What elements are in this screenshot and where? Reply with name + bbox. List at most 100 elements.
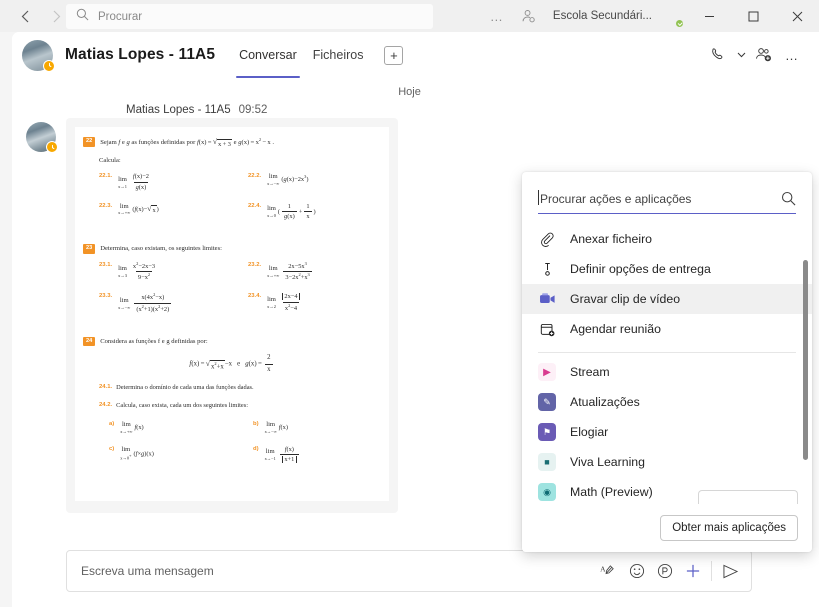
- message-away-badge: [46, 141, 58, 153]
- exercise-23-items: 23.1. lim x→3 x2−2x−3 9−x2 23.2. lim x→+∞ 2x−…: [83, 261, 381, 324]
- item-24-2-label: 24.2.: [99, 402, 113, 409]
- menu-item-anexar-ficheiro[interactable]: Anexar ficheiro: [522, 224, 812, 254]
- chat-header: Matias Lopes - 11A5 Conversar Ficheiros …: [12, 32, 819, 78]
- phone-icon[interactable]: [705, 40, 731, 70]
- person-alert-icon[interactable]: [514, 0, 544, 32]
- navigation-arrows: [10, 3, 72, 29]
- item-24-a-label: a): [109, 421, 115, 428]
- item-23-3: 23.3. lim x→−∞ x(4x2−x) (x2+1)(x2+2): [83, 292, 232, 314]
- exercise-24-number: 24: [83, 336, 96, 347]
- item-22-3-expr: lim x→+∞ (f(x)− √ x): [118, 202, 159, 216]
- menu-item-definir-opcoes-de-entrega[interactable]: Definir opções de entrega: [522, 254, 812, 284]
- organization-name[interactable]: Escola Secundári...: [544, 10, 661, 22]
- message-row: 22 Sejam f e g as funções definidas por …: [26, 118, 398, 513]
- add-tab-button[interactable]: +: [384, 46, 404, 65]
- chat-header-actions: …: [705, 40, 819, 70]
- item-23-1-label: 23.1.: [99, 261, 113, 268]
- item-22-4-expr: lim x→0(1 g(x) +1 x): [267, 202, 316, 221]
- sticker-icon[interactable]: [652, 558, 677, 584]
- titlebar-more-icon[interactable]: …: [480, 9, 514, 24]
- exercise-22-items: 22.1. lim x→1 f(x)−2 g(x) 22.2. lim x→−∞ (g(x…: [83, 172, 381, 230]
- close-button[interactable]: [775, 0, 819, 32]
- format-icon[interactable]: A: [596, 558, 621, 584]
- item-22-3: 22.3. lim x→+∞ (f(x)− √ x): [83, 202, 232, 222]
- message-avatar[interactable]: [26, 122, 58, 153]
- emoji-icon[interactable]: [624, 558, 649, 584]
- worksheet-image[interactable]: 22 Sejam f e g as funções definidas por …: [75, 127, 389, 501]
- menu-item-definir-opcoes-de-entrega-label: Definir opções de entrega: [570, 262, 711, 276]
- panel-search-placeholder: Procurar ações e aplicações: [540, 191, 692, 206]
- message-bubble[interactable]: 22 Sejam f e g as funções definidas por …: [66, 118, 398, 513]
- item-22-2-expr: lim x→−∞ (g(x)−2x3): [267, 173, 309, 187]
- add-people-icon[interactable]: [751, 40, 777, 70]
- item-24-d: d) lim x→−1 f(x) x+1: [237, 445, 381, 465]
- exercise-24-equation: f(x) = √ x2+x −x e g(x) = 2x: [83, 353, 381, 374]
- item-22-3-label: 22.3.: [99, 202, 113, 209]
- exercise-22-number: 22: [83, 137, 96, 147]
- menu-item-agendar-reuniao[interactable]: Agendar reunião: [522, 314, 812, 344]
- get-more-apps-button[interactable]: Obter mais aplicações: [660, 515, 798, 541]
- item-23-2: 23.2. lim x→+∞ 2x−5x3 3−2x2+x3: [232, 261, 381, 283]
- back-icon[interactable]: [10, 3, 40, 29]
- maximize-button[interactable]: [731, 0, 775, 32]
- item-22-1-expr: lim x→1 f(x)−2 g(x): [118, 173, 149, 191]
- panel-footer: Obter mais aplicações: [522, 504, 812, 552]
- away-status-badge: [43, 59, 55, 72]
- math-app-icon: ◉: [538, 483, 556, 501]
- panel-search-input[interactable]: Procurar ações e aplicações: [538, 184, 796, 214]
- menu-item-gravar-clip-de-video-label: Gravar clip de vídeo: [570, 292, 681, 306]
- item-24-2: 24.2. Calcula, caso exista, cada um dos …: [83, 401, 381, 411]
- search-icon[interactable]: [781, 191, 796, 206]
- panel-scrollbar[interactable]: [803, 260, 808, 460]
- global-search-placeholder: Procurar: [98, 10, 143, 23]
- app-item-atualizacoes-label: Atualizações: [570, 395, 640, 409]
- stream-app-icon: ▶: [538, 363, 556, 381]
- attach-plus-icon[interactable]: [680, 558, 705, 584]
- app-item-elogiar[interactable]: ⚑ Elogiar: [522, 417, 812, 447]
- item-22-4: 22.4. lim x→0(1 g(x) +1 x): [232, 202, 381, 222]
- item-23-1-expr: lim x→3 x2−2x−3 9−x2: [118, 260, 156, 282]
- teams-window: Procurar … Escola Secundári... Matias Lo…: [0, 0, 819, 607]
- exercise-24-subitems: a) lim x→+∞ f(x) b) lim x→−∞ f(x) c) lim x→0+…: [83, 420, 381, 474]
- exercise-22-calcula: Calcula:: [99, 156, 121, 164]
- chat-more-options-icon[interactable]: …: [779, 40, 805, 70]
- exercise-22: 22 Sejam f e g as funções definidas por …: [83, 137, 381, 231]
- app-item-viva-learning[interactable]: ■ Viva Learning: [522, 447, 812, 477]
- exercise-24-statement: Considera as funções f e g definidas por…: [100, 337, 208, 345]
- chat-avatar[interactable]: [22, 39, 55, 72]
- day-divider: Hoje: [398, 86, 421, 98]
- item-24-b-label: b): [253, 421, 259, 428]
- app-item-atualizacoes[interactable]: ✎ Atualizações: [522, 387, 812, 417]
- menu-item-gravar-clip-de-video[interactable]: Gravar clip de vídeo: [522, 284, 812, 314]
- app-item-viva-learning-label: Viva Learning: [570, 455, 645, 469]
- video-camera-icon: [538, 292, 556, 306]
- message-input[interactable]: Escreva uma mensagem A: [66, 550, 752, 592]
- panel-divider: [538, 352, 796, 353]
- exercise-23: 23 Determina, caso existam, os seguintes…: [83, 243, 381, 324]
- global-search-input[interactable]: Procurar: [66, 4, 433, 29]
- viva-learning-app-icon: ■: [538, 453, 556, 471]
- tab-conversar[interactable]: Conversar: [232, 32, 304, 78]
- message-metadata: Matias Lopes - 11A5 09:52: [126, 104, 267, 116]
- item-24-c-expr: lim x→0+ (f×g)(x): [120, 445, 154, 461]
- calendar-add-icon: [538, 322, 556, 337]
- compose-toolbar: A: [596, 558, 751, 584]
- tab-ficheiros[interactable]: Ficheiros: [306, 32, 371, 78]
- item-22-4-label: 22.4.: [248, 202, 262, 209]
- app-item-stream[interactable]: ▶ Stream: [522, 357, 812, 387]
- item-24-1-label: 24.1.: [99, 383, 113, 390]
- title-bar: Procurar … Escola Secundári...: [0, 0, 819, 32]
- item-24-b: b) lim x→−∞ f(x): [237, 420, 381, 436]
- item-23-4-expr: lim x→2 2x−4 x2−4: [265, 292, 304, 314]
- item-22-1: 22.1. lim x→1 f(x)−2 g(x): [83, 172, 232, 192]
- avatar[interactable]: [661, 5, 684, 28]
- item-23-2-expr: lim x→+∞ 2x−5x3 3−2x2+x3: [267, 260, 312, 282]
- chevron-down-icon[interactable]: [733, 52, 749, 58]
- minimize-button[interactable]: [687, 0, 731, 32]
- tab-conversar-label: Conversar: [239, 48, 297, 62]
- svg-text:A: A: [600, 564, 606, 573]
- message-sender: Matias Lopes - 11A5: [126, 104, 231, 116]
- toolbar-divider: [711, 561, 712, 581]
- exercise-24: 24 Considera as funções f e g definidas …: [83, 336, 381, 474]
- send-icon[interactable]: [718, 558, 743, 584]
